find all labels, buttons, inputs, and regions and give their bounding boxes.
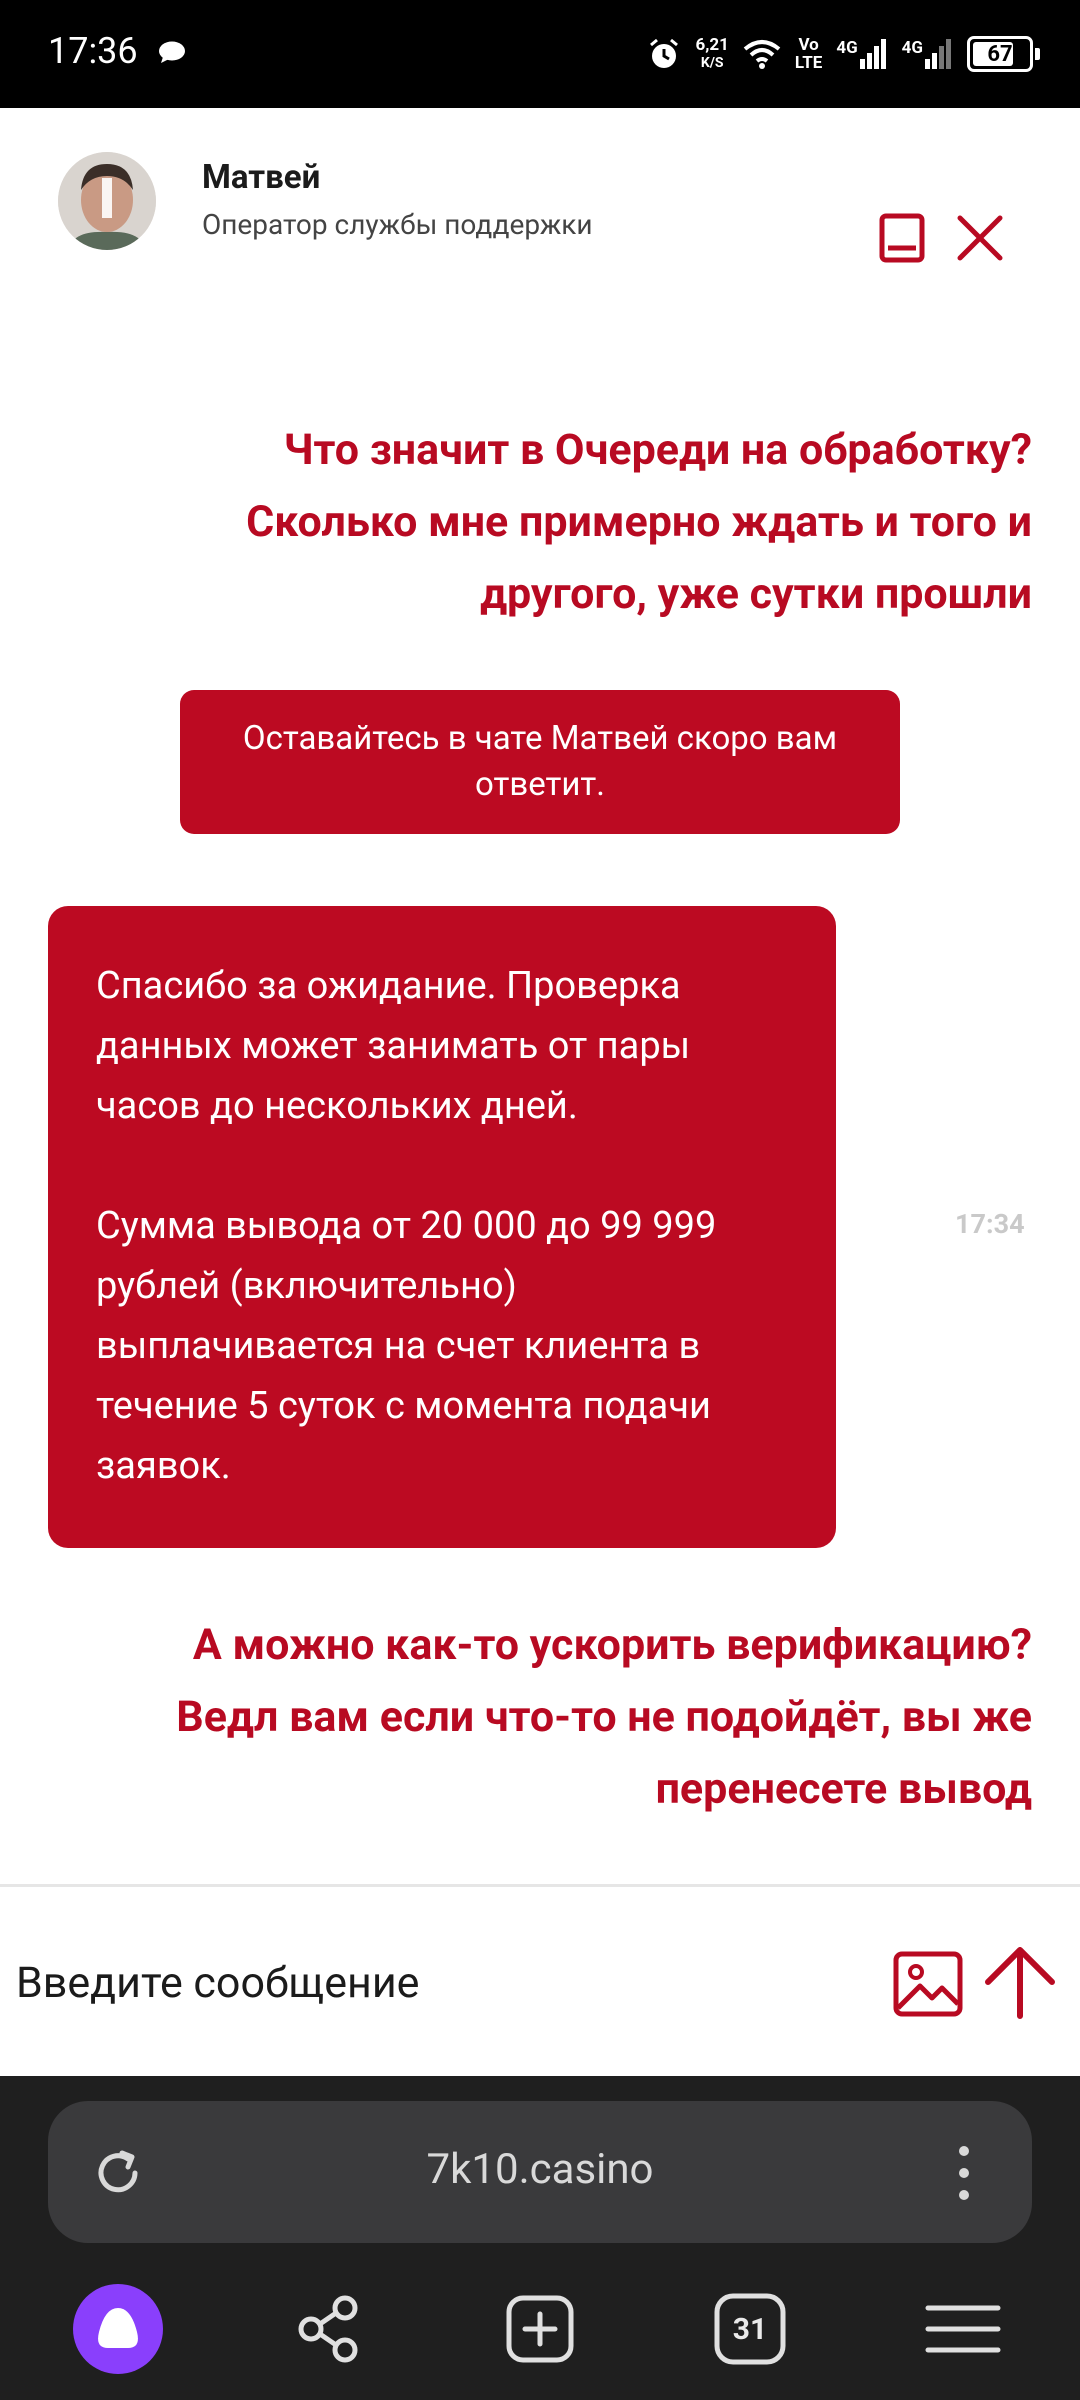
sim1-signal: 4G — [836, 39, 887, 69]
message-notification-icon — [159, 41, 185, 63]
sim2-signal: 4G — [902, 39, 953, 69]
status-time: 17:36 — [48, 30, 138, 72]
system-notice: Оставайтесь в чате Матвей скоро вам отве… — [180, 690, 900, 834]
menu-button[interactable] — [918, 2284, 1008, 2374]
status-bar: 17:36 6,21 K/S Vo LTE 4G 4G 67 — [0, 0, 1080, 108]
signal-icon — [859, 39, 886, 69]
alice-icon — [98, 2308, 138, 2348]
tabs-count: 31 — [732, 2311, 768, 2347]
more-vertical-icon — [959, 2146, 969, 2200]
battery-indicator: 67 — [967, 36, 1040, 72]
browser-toolbar: 7k10.casino 31 — [0, 2076, 1080, 2400]
signal-icon — [925, 39, 951, 69]
operator-name: Матвей — [202, 158, 321, 197]
close-icon — [957, 215, 1003, 261]
plus-square-icon — [506, 2295, 574, 2363]
minimize-button[interactable] — [872, 208, 932, 268]
url-text: 7k10.casino — [426, 2145, 654, 2194]
operator-message: Спасибо за ожидание. Проверка данных мож… — [48, 906, 836, 1548]
alice-assistant-button[interactable] — [73, 2284, 163, 2374]
image-icon — [893, 1951, 963, 2017]
attach-image-button[interactable] — [892, 1948, 964, 2020]
send-button[interactable] — [978, 1940, 1062, 2024]
tabs-button[interactable]: 31 — [705, 2284, 795, 2374]
status-icons: 6,21 K/S Vo LTE 4G 4G 67 — [647, 30, 1040, 78]
share-button[interactable] — [283, 2284, 373, 2374]
chat-header: Матвей Оператор службы поддержки — [0, 108, 1080, 308]
operator-avatar — [58, 152, 156, 250]
user-message: Что значит в Очереди на обработку? Сколь… — [246, 425, 1032, 619]
minimize-icon — [879, 213, 925, 263]
bottom-navigation: 31 — [0, 2266, 1080, 2390]
operator-role: Оператор службы поддержки — [202, 208, 593, 241]
battery-icon: 67 — [967, 36, 1033, 72]
hamburger-menu-icon — [925, 2305, 1001, 2353]
wifi-icon — [743, 40, 781, 69]
more-options-button[interactable] — [954, 2143, 974, 2203]
user-message: А можно как-то ускорить верификацию? Вед… — [176, 1620, 1032, 1814]
address-bar[interactable]: 7k10.casino — [48, 2101, 1032, 2243]
message-timestamp: 17:34 — [955, 1208, 1025, 1240]
message-input[interactable] — [16, 1948, 866, 2018]
net-speed: 6,21 K/S — [695, 35, 729, 71]
input-divider — [0, 1884, 1080, 1887]
alarm-icon — [650, 38, 679, 68]
share-icon — [298, 2295, 358, 2363]
close-button[interactable] — [950, 208, 1010, 268]
volte-indicator: Vo LTE — [794, 35, 823, 73]
arrow-up-icon — [985, 1947, 1055, 2019]
new-tab-button[interactable] — [495, 2284, 585, 2374]
